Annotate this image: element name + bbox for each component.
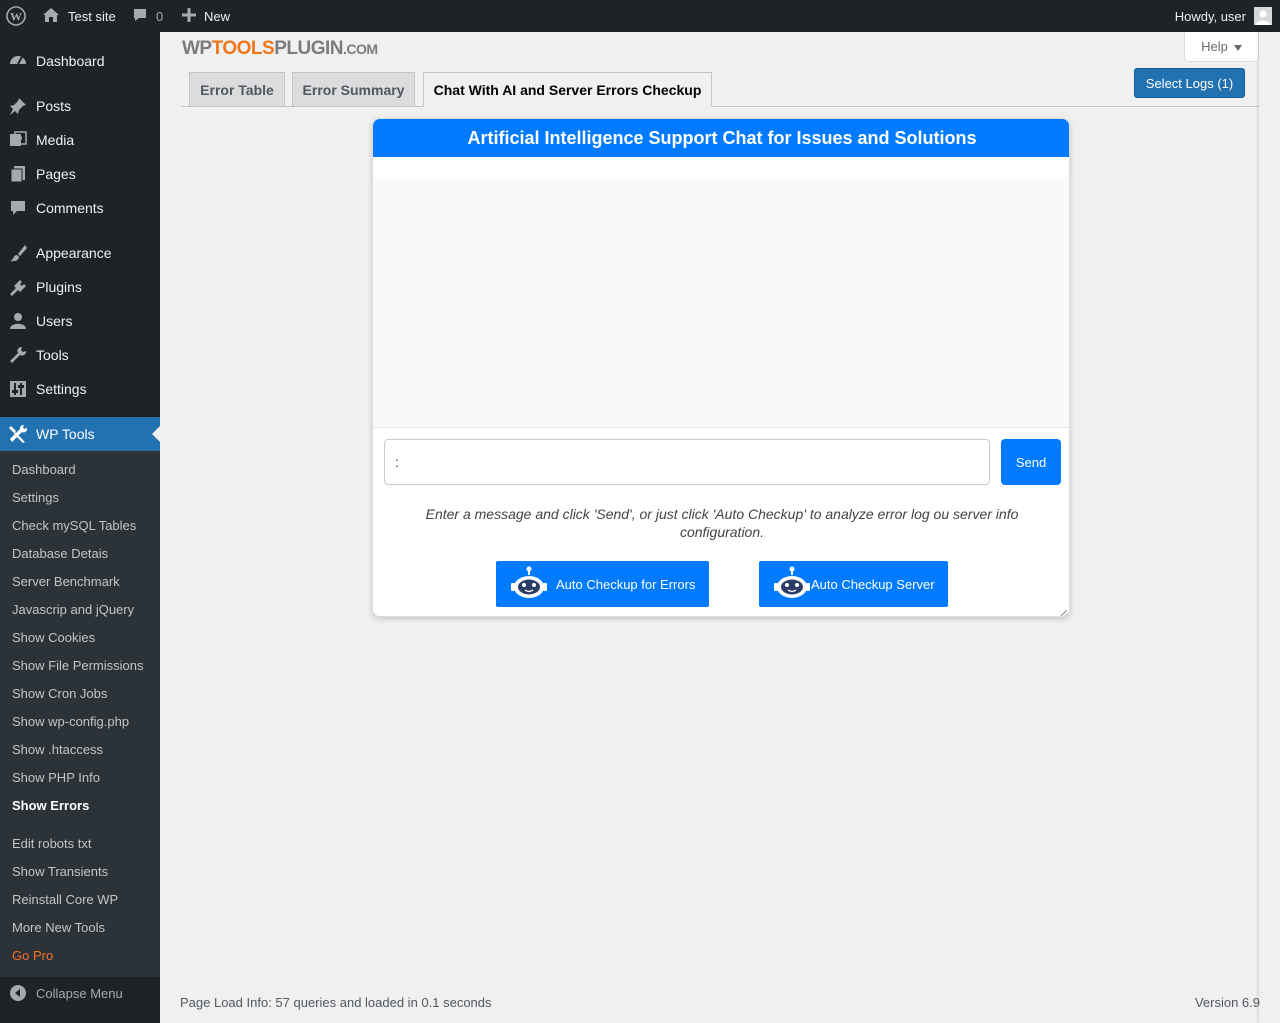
submenu-more-new-tools[interactable]: More New Tools [12,918,105,938]
send-button[interactable]: Send [1001,439,1061,485]
sidebar-item-wp-tools[interactable]: WP Tools [0,417,160,451]
comment-icon [0,199,36,217]
submenu-show-cookies[interactable]: Show Cookies [12,628,95,648]
site-name-link[interactable]: Test site [42,0,116,32]
comment-bubble-icon [132,7,148,26]
dashboard-icon [0,51,36,71]
plug-icon [0,278,36,296]
tab-chat-ai[interactable]: Chat With AI and Server Errors Checkup [423,72,712,107]
page-load-info: Page Load Info: 57 queries and loaded in… [180,995,492,1010]
comments-link[interactable]: 0 [132,0,163,32]
submenu-show-file-permissions[interactable]: Show File Permissions [12,656,144,676]
collapse-arrow-icon [0,984,36,1002]
sidebar-item-comments[interactable]: Comments [0,191,160,225]
auto-checkup-errors-button[interactable]: Auto Checkup for Errors [496,561,709,607]
svg-text:W: W [10,10,22,24]
pages-icon [0,165,36,183]
submenu-dashboard[interactable]: Dashboard [12,460,76,480]
submenu-show-errors[interactable]: Show Errors [12,796,89,816]
sidebar-item-media[interactable]: Media [0,123,160,157]
submenu-show-cron-jobs[interactable]: Show Cron Jobs [12,684,107,704]
submenu-settings[interactable]: Settings [12,488,59,508]
user-icon [0,312,36,330]
chat-messages-area[interactable] [373,177,1069,428]
chat-title: Artificial Intelligence Support Chat for… [373,119,1069,157]
sidebar-item-appearance[interactable]: Appearance [0,236,160,270]
sidebar-item-users[interactable]: Users [0,304,160,338]
robot-icon [773,566,811,603]
submenu-edit-robots-txt[interactable]: Edit robots txt [12,834,91,854]
sidebar-item-dashboard[interactable]: Dashboard [0,44,160,78]
my-account-link[interactable]: Howdy, user [1175,0,1272,32]
submenu-reinstall-core-wp[interactable]: Reinstall Core WP [12,890,118,910]
auto-checkup-server-label: Auto Checkup Server [811,576,935,592]
caret-down-icon [1233,39,1242,54]
sidebar-item-pages[interactable]: Pages [0,157,160,191]
submenu-database-details[interactable]: Database Detais [12,544,108,564]
auto-checkup-server-button[interactable]: Auto Checkup Server [759,561,948,607]
admin-bar: W Test site 0 New Howdy, user [0,0,1280,32]
new-label: New [204,8,231,24]
admin-sidebar: Dashboard Posts Media Pages Comments App… [0,32,160,1023]
tab-error-summary[interactable]: Error Summary [292,72,415,107]
site-name: Test site [68,8,116,24]
collapse-menu-button[interactable]: Collapse Menu [0,976,160,1010]
wp-version: Version 6.9 [1194,995,1260,1010]
submenu-check-mysql-tables[interactable]: Check mySQL Tables [12,516,136,536]
sliders-icon [0,380,36,398]
wptoolsplugin-logo: WPTOOLSPLUGIN.COM [182,38,378,59]
auto-checkup-errors-label: Auto Checkup for Errors [556,576,696,592]
submenu-javascript-jquery[interactable]: Javascrip and jQuery [12,600,134,620]
collapse-menu-label: Collapse Menu [36,985,123,1001]
plus-icon [182,7,196,25]
sidebar-item-settings[interactable]: Settings [0,372,160,406]
resize-grip-icon[interactable] [1059,606,1068,616]
ai-chat-panel: Artificial Intelligence Support Chat for… [372,118,1070,617]
page-edge-shadow [1259,32,1280,1023]
media-icon [0,131,36,149]
tools-icon [0,424,36,444]
sidebar-item-plugins[interactable]: Plugins [0,270,160,304]
brush-icon [0,244,36,262]
chat-instructions: Enter a message and click 'Send', or jus… [425,506,1019,540]
submenu-show-htaccess[interactable]: Show .htaccess [12,740,103,760]
home-icon [42,7,60,26]
howdy-text: Howdy, user [1174,8,1246,24]
wordpress-logo-icon[interactable]: W [6,0,30,32]
new-content-link[interactable]: New [182,0,230,32]
pin-icon [0,97,36,115]
chat-message-input[interactable] [384,439,990,485]
submenu-go-pro[interactable]: Go Pro [12,946,53,966]
tab-error-table[interactable]: Error Table [189,72,285,107]
robot-icon [510,566,548,603]
sidebar-item-posts[interactable]: Posts [0,89,160,123]
submenu-show-php-info[interactable]: Show PHP Info [12,768,100,788]
submenu-show-wp-config[interactable]: Show wp-config.php [12,712,129,732]
sidebar-item-tools[interactable]: Tools [0,338,160,372]
help-label: Help [1201,39,1228,54]
comments-count: 0 [156,8,164,24]
submenu-server-benchmark[interactable]: Server Benchmark [12,572,120,592]
wrench-icon [0,346,36,364]
help-button[interactable]: Help [1184,32,1259,62]
submenu-show-transients[interactable]: Show Transients [12,862,108,882]
select-logs-button[interactable]: Select Logs (1) [1134,68,1245,98]
avatar [1254,7,1272,25]
wp-tools-submenu: Dashboard Settings Check mySQL Tables Da… [0,451,160,977]
